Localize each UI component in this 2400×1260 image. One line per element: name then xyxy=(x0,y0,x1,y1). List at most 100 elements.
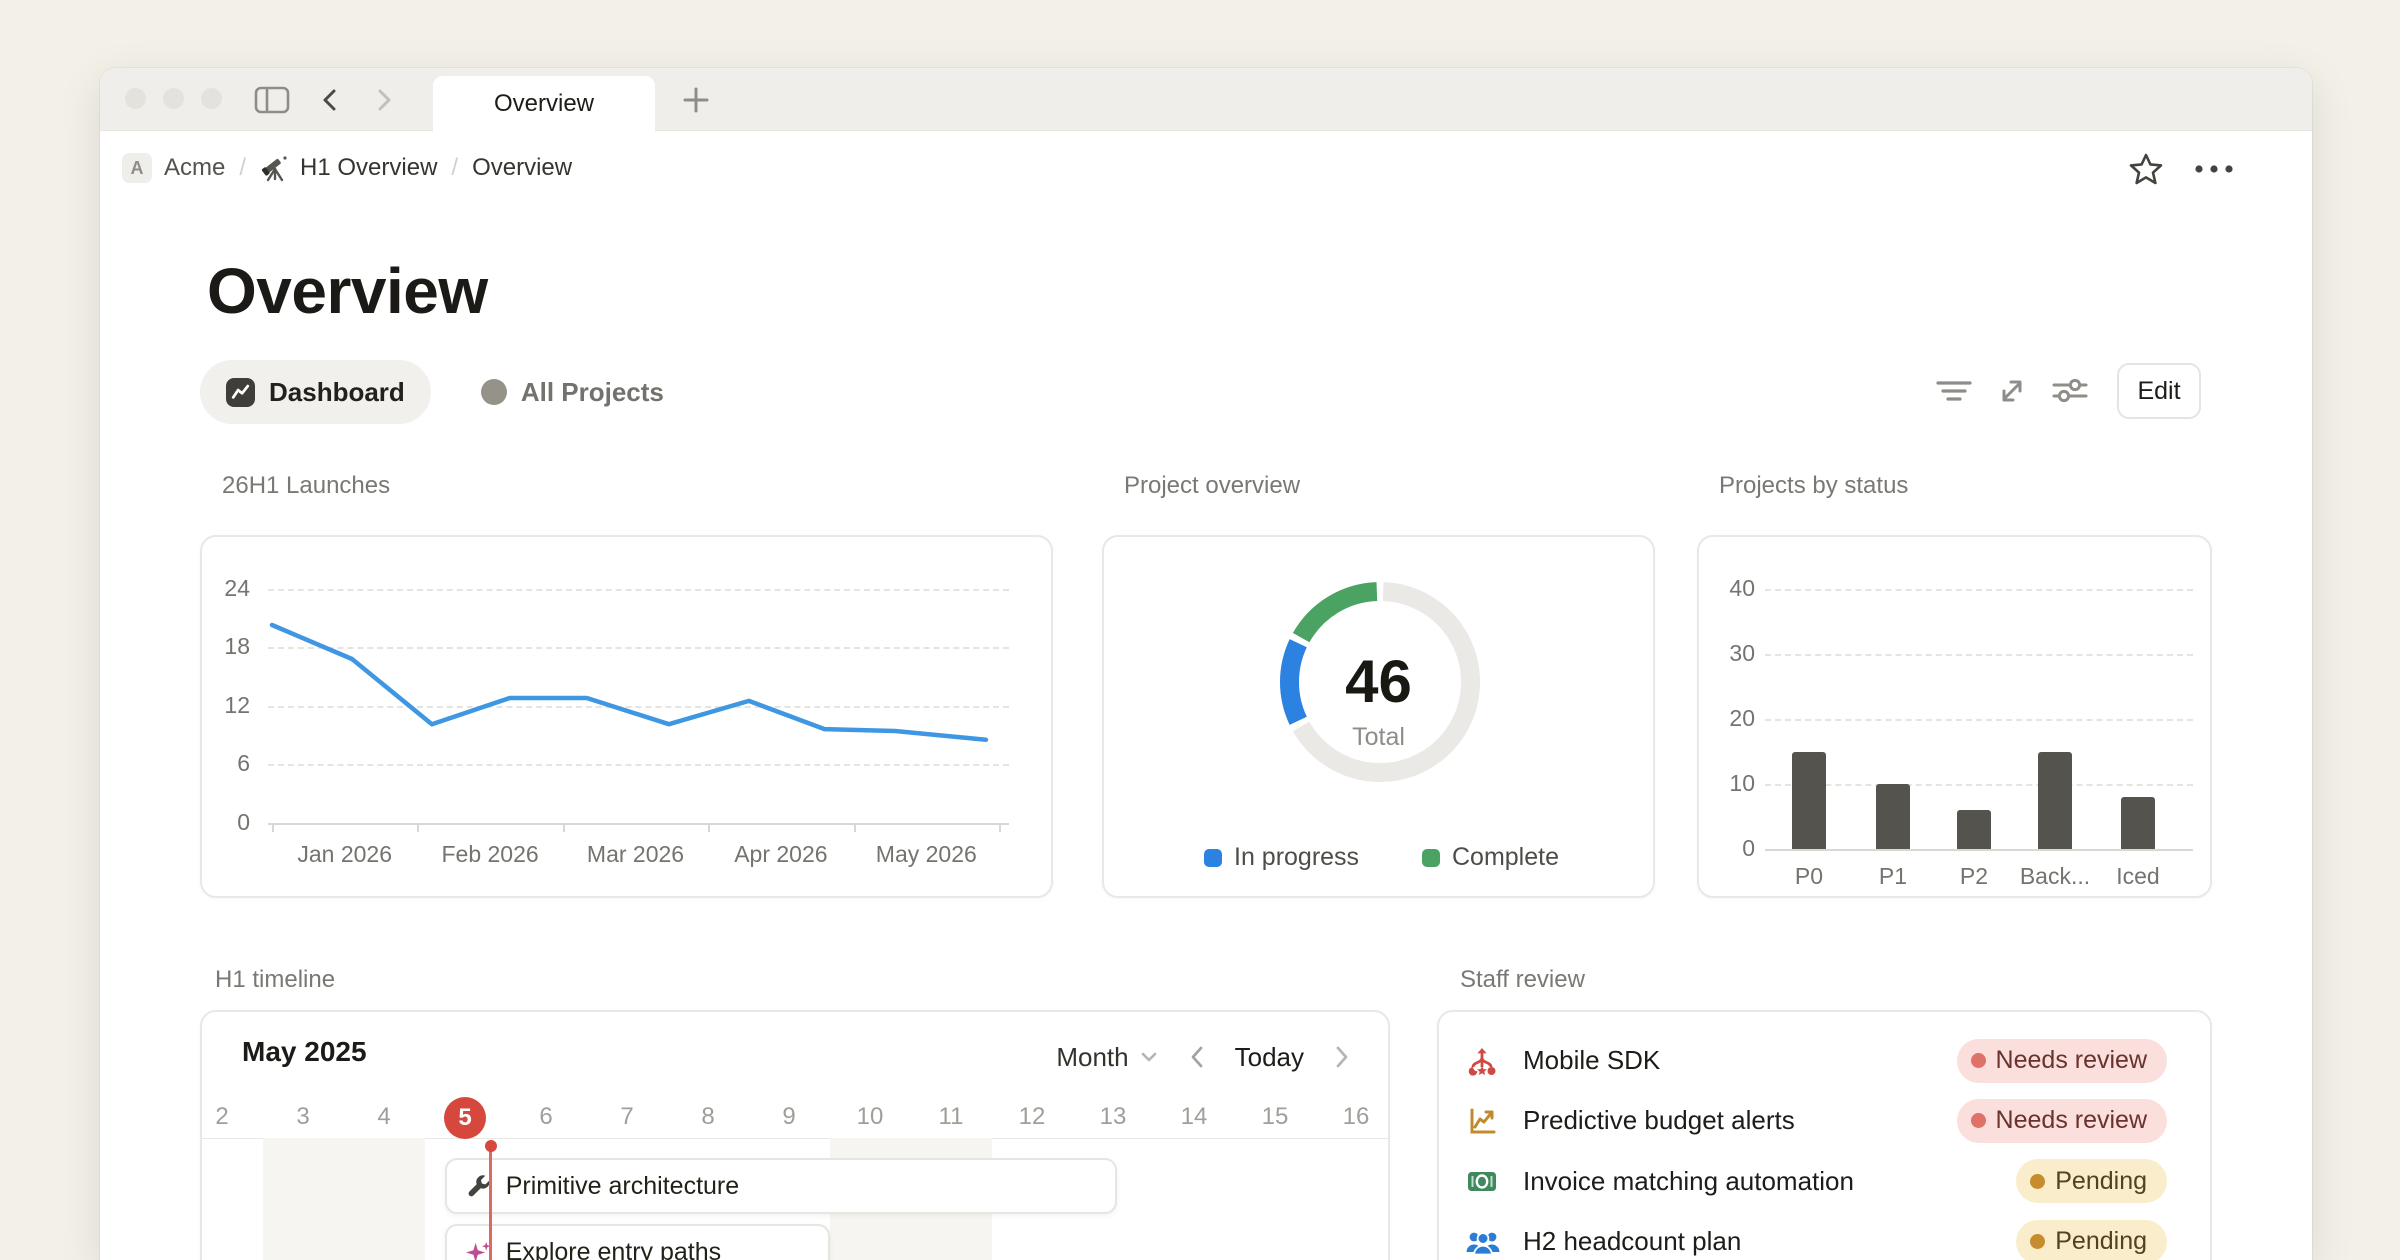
timeline-day-8: 8 xyxy=(668,1097,749,1137)
weekend-shading xyxy=(344,1138,425,1260)
line-chart-card: 24181260Jan 2026Feb 2026Mar 2026Apr 2026… xyxy=(200,535,1053,898)
now-indicator-line xyxy=(489,1146,492,1260)
workspace-avatar[interactable]: A xyxy=(122,153,152,183)
timeline-day-7: 7 xyxy=(587,1097,668,1137)
y-axis-tick-label: 40 xyxy=(1699,575,1755,602)
forward-icon[interactable] xyxy=(368,85,398,115)
donut-chart-card: 46 Total In progress Complete xyxy=(1102,535,1655,898)
view-tabs: Dashboard All Projects xyxy=(200,360,682,424)
edit-button[interactable]: Edit xyxy=(2117,363,2201,419)
view-tab-all-projects[interactable]: All Projects xyxy=(463,360,682,424)
timeline-day-11: 11 xyxy=(911,1097,992,1137)
status-dot xyxy=(1971,1053,1986,1068)
event-title: Explore entry paths xyxy=(506,1238,721,1260)
x-axis-tick-label: P1 xyxy=(1848,863,1938,890)
y-axis-tick-label: 30 xyxy=(1699,640,1755,667)
timeline-today-button[interactable]: Today xyxy=(1235,1042,1304,1073)
circle-icon xyxy=(481,379,507,405)
chart-up-icon xyxy=(1465,1104,1499,1138)
x-axis-tick-label: Back... xyxy=(2010,863,2100,890)
now-indicator-dot xyxy=(485,1140,497,1152)
staff-row[interactable]: Mobile SDKNeeds review xyxy=(1439,1030,2210,1091)
status-dot xyxy=(2030,1234,2045,1249)
widget-title-launches: 26H1 Launches xyxy=(222,472,390,500)
new-tab-icon[interactable] xyxy=(680,84,712,116)
staff-row[interactable]: H2 headcount planPending xyxy=(1439,1211,2210,1260)
timeline-day-9: 9 xyxy=(749,1097,830,1137)
timeline-next-icon[interactable] xyxy=(1330,1044,1352,1070)
widget-title-projects-by-status: Projects by status xyxy=(1719,472,1908,500)
timeline-day-4: 4 xyxy=(344,1097,425,1137)
window-close-button[interactable] xyxy=(125,88,146,109)
breadcrumb-separator: / xyxy=(451,154,458,182)
bar xyxy=(2038,752,2072,850)
workflow-icon xyxy=(1465,1044,1499,1078)
weekend-shading xyxy=(263,1138,344,1260)
staff-row-title: Mobile SDK xyxy=(1523,1045,1660,1076)
timeline-event[interactable]: Primitive architecture xyxy=(445,1158,1117,1214)
timeline-event[interactable]: Explore entry paths xyxy=(445,1224,830,1260)
wrench-icon xyxy=(465,1173,492,1200)
status-badge: Needs review xyxy=(1957,1099,2167,1143)
chevron-down-icon xyxy=(1137,1045,1161,1069)
breadcrumb-items: A Acme / H1 Overview xyxy=(122,131,572,205)
view-tab-dashboard[interactable]: Dashboard xyxy=(200,360,431,424)
widget-title-staff-review: Staff review xyxy=(1460,966,1585,994)
window-zoom-button[interactable] xyxy=(201,88,222,109)
timeline-day-5: 5 xyxy=(425,1097,506,1137)
timeline-prev-icon[interactable] xyxy=(1187,1044,1209,1070)
bar-chart-card: 403020100P0P1P2Back...Iced xyxy=(1697,535,2212,898)
bar xyxy=(1792,752,1826,850)
breadcrumb: A Acme / H1 Overview xyxy=(100,131,2312,205)
status-dot xyxy=(1971,1113,1986,1128)
desktop-background: Overview A Acme / xyxy=(0,0,2400,1260)
status-badge: Pending xyxy=(2016,1159,2167,1203)
event-title: Primitive architecture xyxy=(506,1172,739,1201)
donut-chart xyxy=(1104,537,1655,898)
legend-swatch xyxy=(1422,849,1440,867)
tab-label: Overview xyxy=(494,90,594,118)
staff-row[interactable]: Predictive budget alerts Needs review xyxy=(1439,1090,2210,1151)
status-label: Pending xyxy=(2055,1227,2147,1256)
status-label: Pending xyxy=(2055,1167,2147,1196)
edit-button-label: Edit xyxy=(2137,377,2180,406)
timeline-day-10: 10 xyxy=(830,1097,911,1137)
staff-row[interactable]: Invoice matching automation Pending xyxy=(1439,1151,2210,1212)
staff-row-title: Invoice matching automation xyxy=(1523,1166,1854,1197)
bar xyxy=(1957,810,1991,849)
tab-overview[interactable]: Overview xyxy=(433,76,655,131)
line-chart xyxy=(202,537,1053,898)
back-icon[interactable] xyxy=(316,85,346,115)
breadcrumb-workspace[interactable]: Acme xyxy=(164,154,225,182)
staff-row-title: Predictive budget alerts xyxy=(1523,1105,1795,1136)
view-tab-label: Dashboard xyxy=(269,377,405,408)
x-axis-tick-label: Iced xyxy=(2093,863,2183,890)
dashboard-chart-icon xyxy=(226,378,255,407)
timeline-day-14: 14 xyxy=(1154,1097,1235,1137)
timeline-day-15: 15 xyxy=(1235,1097,1316,1137)
bar xyxy=(2121,797,2155,849)
breadcrumb-current[interactable]: Overview xyxy=(472,154,572,182)
view-tab-label: All Projects xyxy=(521,377,664,408)
people-icon xyxy=(1465,1225,1501,1259)
expand-icon[interactable] xyxy=(1990,369,2034,413)
y-axis-tick-label: 0 xyxy=(1699,835,1755,862)
timeline-day-13: 13 xyxy=(1073,1097,1154,1137)
timeline-card: May 2025 Month Today 2345678910111213141… xyxy=(200,1010,1390,1260)
donut-total-label: Total xyxy=(1104,723,1653,752)
timeline-mode-dropdown[interactable]: Month xyxy=(1056,1042,1160,1073)
breadcrumb-parent[interactable]: H1 Overview xyxy=(300,154,437,182)
favorite-star-icon[interactable] xyxy=(2126,149,2166,189)
filter-icon[interactable] xyxy=(1932,369,1976,413)
legend-complete: Complete xyxy=(1422,843,1559,872)
telescope-icon xyxy=(260,153,290,183)
timeline-day-12: 12 xyxy=(992,1097,1073,1137)
widget-title-project-overview: Project overview xyxy=(1124,472,1300,500)
sidebar-toggle-icon[interactable] xyxy=(252,84,292,116)
legend-label: In progress xyxy=(1234,843,1359,872)
gridline xyxy=(1765,589,2193,591)
timeline-day-6: 6 xyxy=(506,1097,587,1137)
window-minimize-button[interactable] xyxy=(163,88,184,109)
more-options-icon[interactable] xyxy=(2192,153,2236,185)
settings-sliders-icon[interactable] xyxy=(2048,369,2092,413)
